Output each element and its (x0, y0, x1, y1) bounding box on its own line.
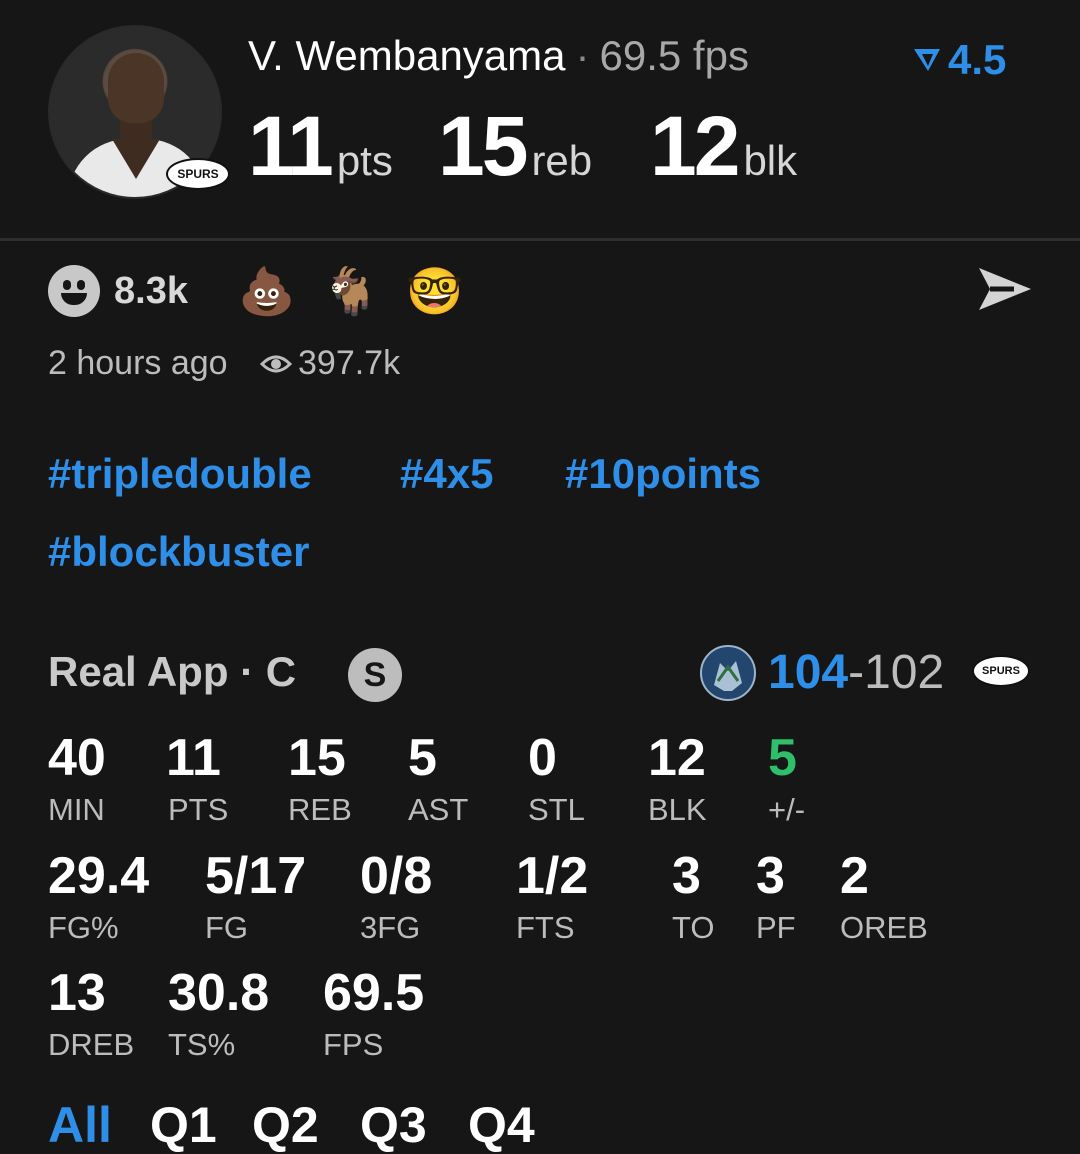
stat-label: 3FG (360, 910, 421, 945)
send-icon[interactable] (976, 264, 1034, 314)
stat-label: FTS (516, 910, 575, 945)
tab-q4[interactable]: Q4 (468, 1096, 535, 1154)
headline-stat-unit: pts (336, 137, 393, 184)
post-time: 2 hours ago (48, 344, 228, 382)
stat-value: 69.5 (323, 964, 425, 1022)
away-score: 104 (768, 646, 849, 699)
headline-stat-reb: 15 reb (438, 98, 592, 195)
poop-emoji-icon[interactable]: 💩 (238, 263, 295, 319)
stat-label: REB (288, 792, 352, 827)
headline-stat-pts: 11 pts (248, 98, 393, 195)
home-team-logo[interactable]: SPURS (972, 655, 1030, 687)
headline-stat-value: 15 (438, 99, 528, 193)
stat-label: OREB (840, 910, 928, 945)
line-value: 4.5 (948, 36, 1007, 83)
fps-label: 69.5 fps (599, 32, 749, 79)
stat-value: 29.4 (48, 847, 150, 905)
stat-value: 3 (756, 847, 785, 905)
stat-value: 15 (288, 729, 346, 787)
hashtag-link[interactable]: #tripledouble (48, 450, 312, 498)
hashtag-link[interactable]: #10points (565, 450, 761, 498)
stat-source-label: Real App · C (48, 648, 297, 695)
stat-label: PF (756, 910, 796, 945)
tab-q1[interactable]: Q1 (150, 1096, 217, 1154)
headline-stat-blk: 12 blk (650, 98, 797, 195)
stat-value: 5 (408, 729, 437, 787)
position-badge[interactable]: S (348, 648, 402, 702)
stat-label: TS% (168, 1027, 236, 1062)
tab-q3[interactable]: Q3 (360, 1096, 427, 1154)
stat-value: 30.8 (168, 964, 270, 1022)
team-logo-badge: SPURS (166, 158, 230, 190)
reaction-count: 8.3k (114, 270, 188, 312)
stat-label: FPS (323, 1027, 384, 1062)
tab-q2[interactable]: Q2 (252, 1096, 319, 1154)
score-dash: - (848, 646, 865, 699)
headline-stat-unit: reb (531, 137, 593, 184)
stat-label: AST (408, 792, 469, 827)
player-name-line[interactable]: V. Wembanyama · 69.5 fps (248, 32, 749, 80)
avatar-head (108, 53, 164, 123)
game-score[interactable]: 104-102 (768, 645, 944, 700)
stat-label: +/- (768, 792, 806, 827)
wolf-icon (714, 661, 742, 691)
player-name[interactable]: V. Wembanyama (248, 32, 566, 79)
stat-label: FG (205, 910, 249, 945)
tab-all[interactable]: All (48, 1096, 112, 1154)
home-score: 102 (864, 646, 945, 699)
stat-label: BLK (648, 792, 707, 827)
goat-emoji-icon[interactable]: 🐐 (322, 263, 379, 319)
stat-label: TO (672, 910, 715, 945)
hashtag-link[interactable]: #4x5 (400, 450, 493, 498)
stat-value: 2 (840, 847, 869, 905)
line-down-icon (914, 49, 940, 71)
stat-value: 13 (48, 964, 106, 1022)
eye-icon (260, 355, 292, 372)
stat-value: 0 (528, 729, 557, 787)
stat-value: 40 (48, 729, 106, 787)
stat-label: FG% (48, 910, 119, 945)
plus-minus-value: 5 (768, 729, 797, 787)
smiley-reaction-icon[interactable] (48, 265, 100, 317)
headline-stat-value: 12 (650, 99, 740, 193)
stat-label: MIN (48, 792, 105, 827)
stat-label: PTS (168, 792, 229, 827)
nerd-emoji-icon[interactable]: 🤓 (406, 263, 463, 319)
stat-value: 0/8 (360, 847, 433, 905)
stat-label: DREB (48, 1027, 135, 1062)
header-divider (0, 238, 1080, 241)
name-separator: · (575, 32, 590, 79)
headline-stat-value: 11 (248, 99, 334, 193)
view-count-value: 397.7k (298, 344, 401, 382)
stat-value: 5/17 (205, 847, 307, 905)
line-indicator[interactable]: 4.5 (912, 36, 1006, 84)
view-count: 397.7k (260, 344, 400, 383)
stat-value: 12 (648, 729, 706, 787)
opponent-team-logo[interactable] (700, 645, 756, 701)
stat-value: 11 (166, 729, 221, 787)
stat-label: STL (528, 792, 585, 827)
stat-value: 1/2 (516, 847, 589, 905)
stat-value: 3 (672, 847, 701, 905)
headline-stat-unit: blk (743, 137, 798, 184)
hashtag-link[interactable]: #blockbuster (48, 528, 309, 576)
